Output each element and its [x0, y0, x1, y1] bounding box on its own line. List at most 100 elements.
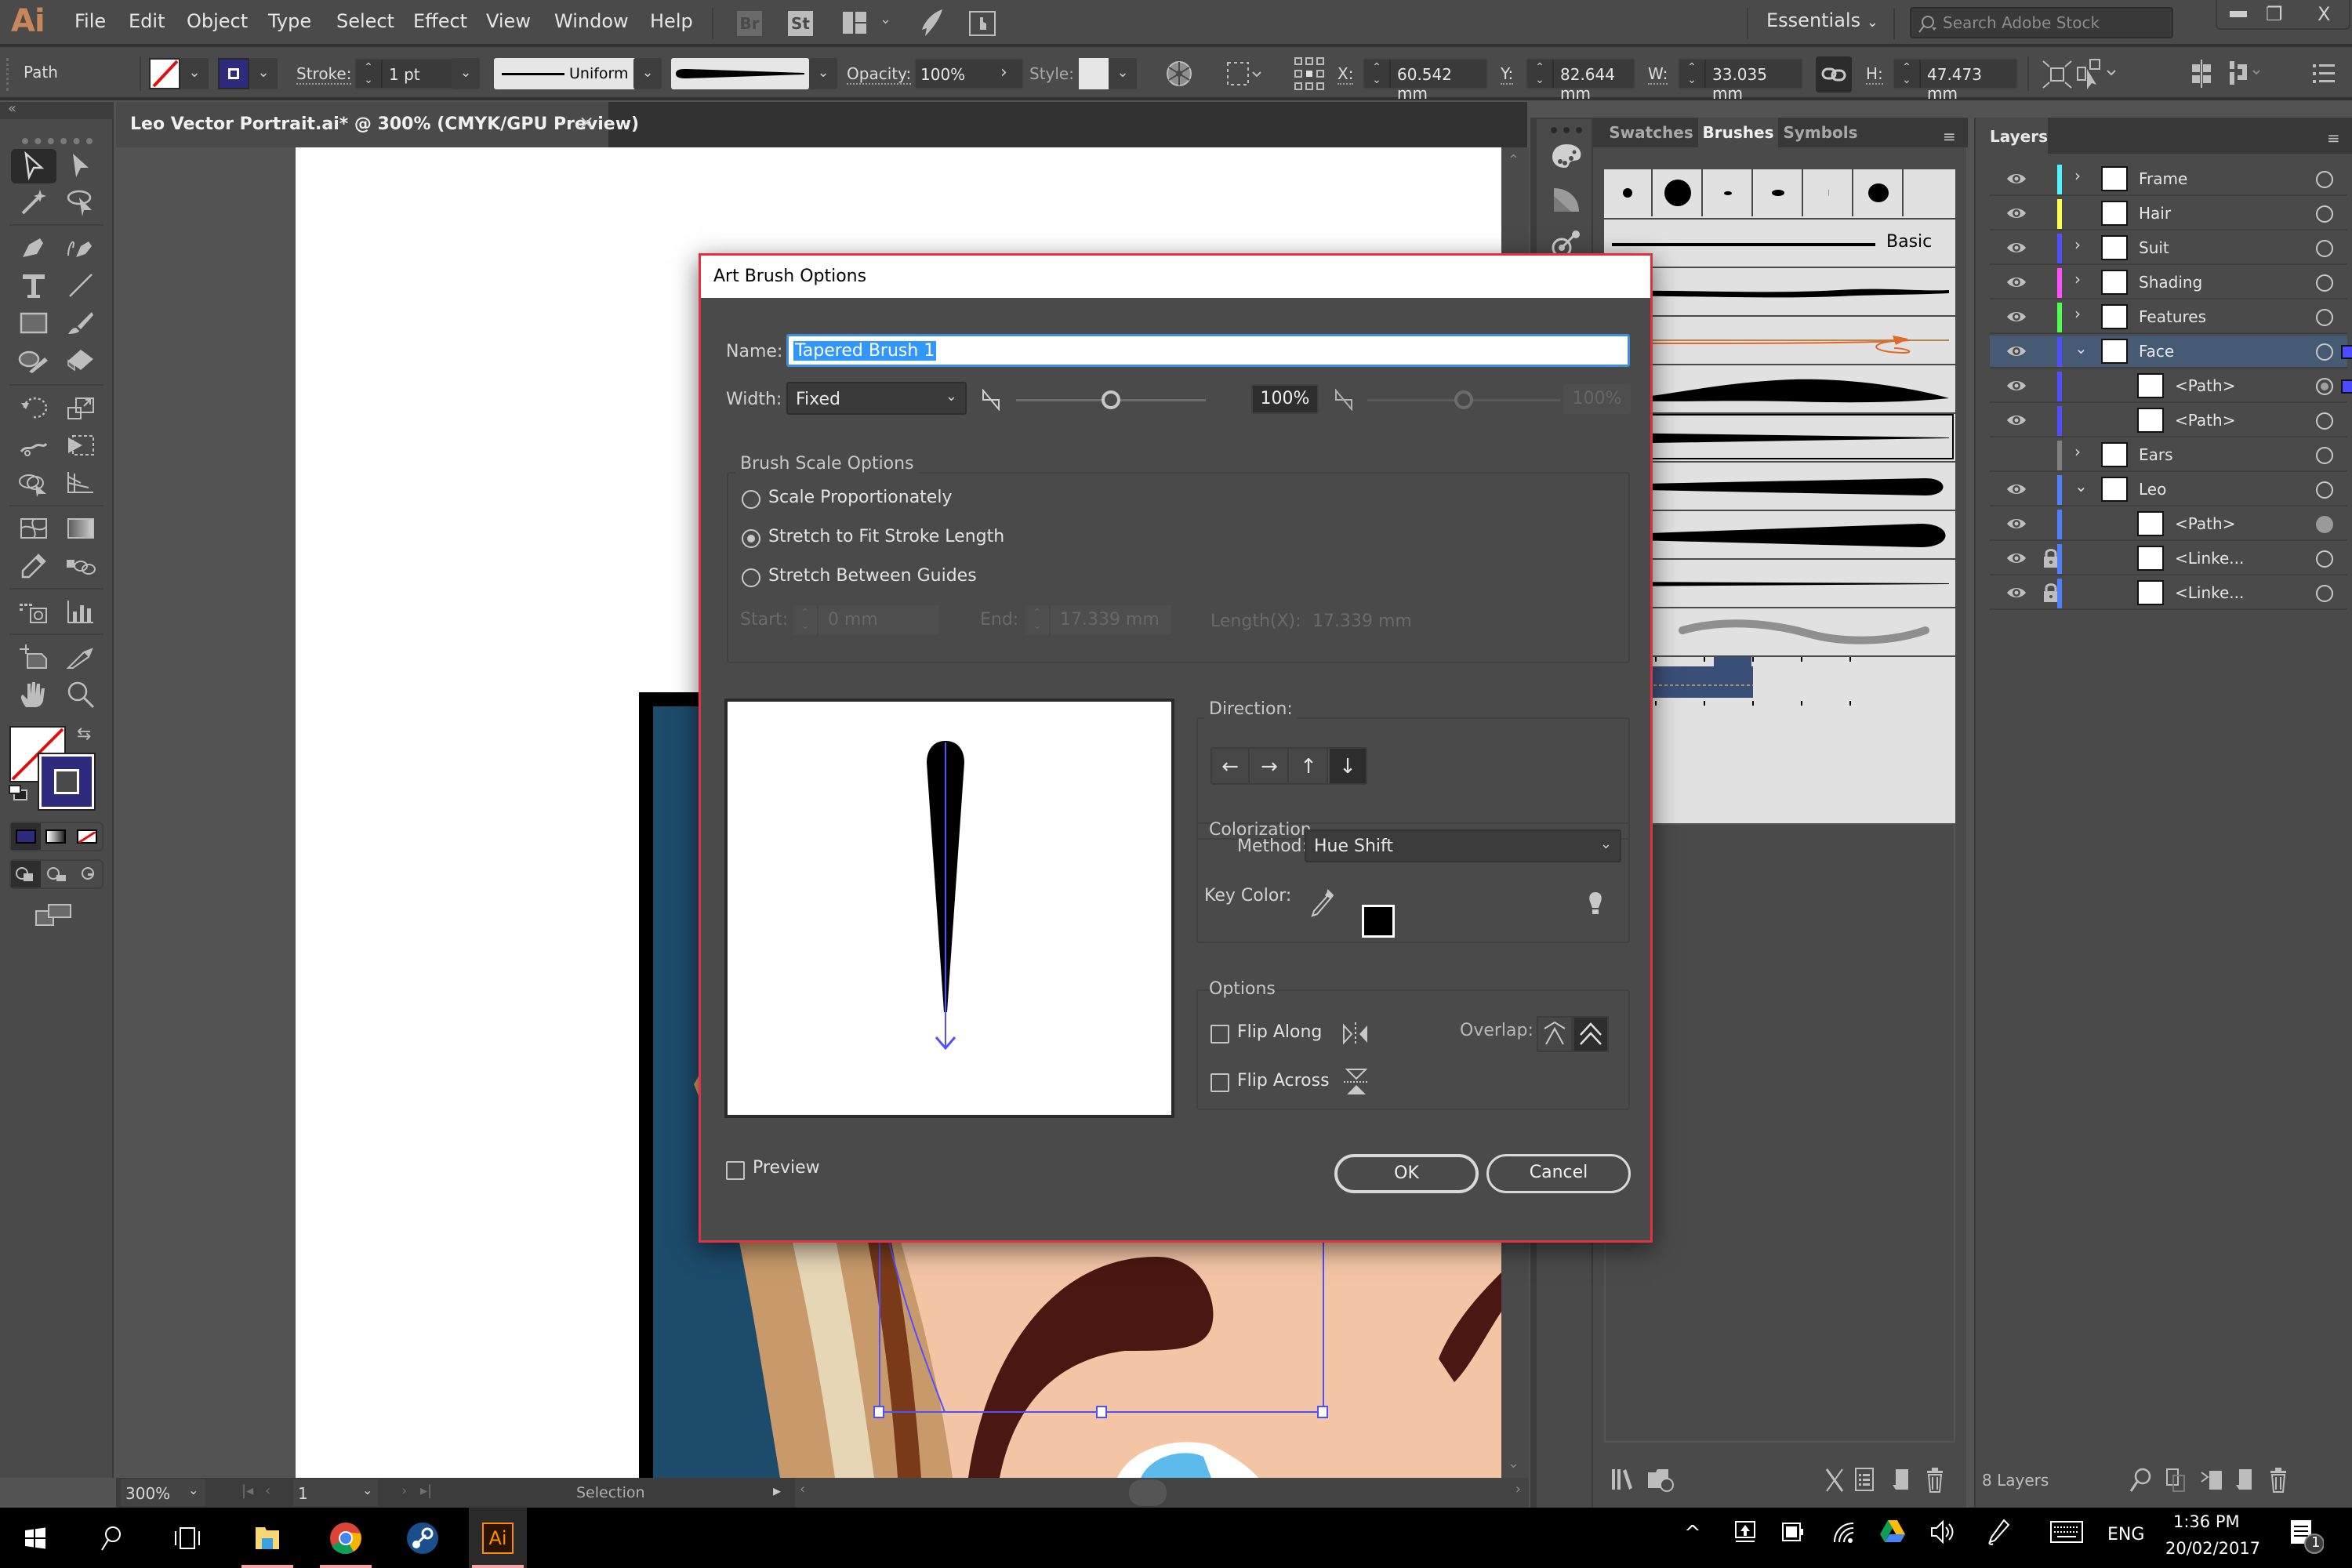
document-tab[interactable]: Leo Vector Portrait.ai* @ 300% (CMYK/GPU… — [116, 102, 639, 147]
eyedropper-tool[interactable] — [11, 549, 56, 583]
layer-row[interactable]: <Linke... — [1990, 543, 2347, 575]
color-guide-button[interactable] — [1551, 187, 1582, 213]
color-button[interactable] — [11, 823, 41, 850]
layer-name[interactable]: <Path> — [2175, 514, 2235, 533]
layer-row[interactable]: › Suit — [1990, 232, 2347, 265]
symbol-sprayer-tool[interactable] — [11, 594, 56, 629]
layer-row[interactable]: › Frame — [1990, 163, 2347, 196]
key-color-swatch[interactable] — [1362, 905, 1395, 938]
overlap-no-adjust-button[interactable] — [1573, 1016, 1609, 1052]
direction-down-button[interactable]: ↓ — [1330, 749, 1366, 783]
layer-name[interactable]: <Linke... — [2175, 549, 2244, 568]
shaper-tool[interactable] — [11, 343, 56, 378]
layer-row[interactable]: Hair — [1990, 198, 2347, 230]
panel-menu-icon[interactable]: ≡ — [1943, 127, 1956, 146]
action-center-button[interactable]: 1 — [2289, 1519, 2325, 1555]
layer-name[interactable]: Features — [2139, 307, 2206, 326]
visibility-toggle[interactable] — [2005, 237, 2027, 259]
y-field[interactable]: ⌃ ⌄ 82.644 mm — [1526, 58, 1635, 103]
brush-dry-ink[interactable] — [1604, 364, 1955, 412]
visibility-toggle[interactable] — [2005, 168, 2027, 190]
wifi-icon[interactable] — [1831, 1520, 1855, 1544]
target-circle-icon[interactable] — [2316, 447, 2333, 464]
stroke-label[interactable]: Stroke: — [296, 64, 352, 85]
opacity-field[interactable]: 100% — [914, 58, 1024, 89]
layer-row[interactable]: <Path> — [1990, 370, 2352, 403]
stroke-dropdown[interactable]: ⌄ — [249, 58, 278, 89]
swap-fill-stroke-icon[interactable]: ⇆ — [77, 724, 91, 744]
scroll-left-icon[interactable]: ‹ — [800, 1481, 805, 1497]
brush-swatch-calligraphic-large[interactable] — [1654, 169, 1703, 216]
target-circle-icon[interactable] — [2316, 412, 2333, 430]
layer-name[interactable]: Shading — [2139, 273, 2202, 292]
google-drive-icon[interactable] — [1880, 1519, 1905, 1544]
target-circle-icon[interactable] — [2316, 205, 2333, 223]
color-panel-button[interactable] — [1551, 143, 1582, 169]
recolor-artwork-icon[interactable] — [1165, 58, 1193, 89]
hand-tool[interactable] — [11, 677, 56, 712]
height-field[interactable]: ⌃ ⌄ 47.473 mm — [1893, 58, 2018, 103]
panel-menu-icon[interactable]: ≡ — [2327, 129, 2340, 147]
task-view-button[interactable] — [158, 1508, 216, 1568]
scroll-up-icon[interactable]: ⌃ — [1508, 152, 1519, 169]
visibility-toggle[interactable] — [2005, 547, 2027, 569]
expand-chevron-icon[interactable]: › — [2074, 442, 2081, 461]
none-button[interactable] — [77, 829, 97, 844]
height-stepper[interactable]: ⌃ ⌄ — [1894, 60, 1921, 88]
menu-edit[interactable]: Edit — [129, 10, 165, 32]
lasso-tool[interactable] — [58, 185, 103, 220]
brush-charcoal[interactable] — [1604, 267, 1955, 315]
fill-swatch[interactable] — [149, 58, 180, 89]
blend-tool[interactable] — [58, 549, 103, 583]
layer-row[interactable]: › Features — [1990, 301, 2347, 334]
toolbar-collapse[interactable]: « — [0, 100, 114, 119]
colorization-method-select[interactable]: Hue Shift ⌄ — [1305, 829, 1621, 862]
graphic-style-swatch[interactable] — [1079, 58, 1109, 89]
transform-icon[interactable] — [2042, 60, 2073, 89]
menu-file[interactable]: File — [74, 10, 106, 32]
brush-tapered-medium[interactable] — [1604, 461, 1955, 510]
perspective-grid-tool[interactable] — [58, 466, 103, 500]
dialog-title-bar[interactable]: Art Brush Options — [701, 256, 1650, 298]
visibility-toggle[interactable] — [2005, 340, 2027, 362]
radio-scale-proportionately[interactable] — [742, 490, 760, 509]
minimize-button[interactable] — [2230, 11, 2247, 17]
tab-brushes[interactable]: Brushes — [1698, 118, 1778, 147]
stock-button[interactable]: St — [788, 11, 813, 36]
slice-tool[interactable] — [58, 640, 103, 674]
line-segment-tool[interactable] — [58, 268, 103, 303]
expand-chevron-icon[interactable]: › — [2074, 235, 2081, 254]
libraries-panel-icon[interactable] — [1646, 1468, 1676, 1497]
constrain-proportions-button[interactable] — [1816, 56, 1852, 93]
brush-denim-pattern[interactable] — [1604, 655, 1955, 706]
h-label[interactable]: H: — [1866, 64, 1883, 85]
width-slider-knob[interactable] — [1102, 390, 1120, 409]
target-circle-icon[interactable] — [2316, 585, 2333, 602]
flip-across-checkbox[interactable] — [1210, 1073, 1229, 1092]
direction-left-button[interactable]: ← — [1212, 749, 1250, 783]
selection-indicator[interactable] — [2341, 379, 2352, 394]
target-circle-icon[interactable] — [2316, 309, 2333, 326]
remove-brush-stroke-icon[interactable] — [1824, 1468, 1846, 1497]
x-label[interactable]: X: — [1338, 64, 1354, 85]
width-percent-field[interactable]: 100% — [1251, 384, 1319, 414]
brush-libraries-icon[interactable] — [1610, 1468, 1637, 1496]
brush-swatch-calligraphic-flat[interactable] — [1704, 169, 1753, 216]
opacity-label[interactable]: Opacity: — [847, 64, 912, 85]
scrollbar-thumb[interactable] — [1129, 1479, 1167, 1506]
align-to-selection-icon[interactable] — [1225, 60, 1264, 89]
menu-help[interactable]: Help — [650, 10, 693, 32]
visibility-toggle[interactable] — [2005, 271, 2027, 293]
create-sublayer-icon[interactable] — [2200, 1468, 2223, 1496]
target-circle-icon[interactable] — [2316, 378, 2333, 395]
x-stepper[interactable]: ⌃ ⌄ — [1364, 60, 1391, 88]
layer-row[interactable]: <Linke... — [1990, 577, 2347, 610]
direction-up-button[interactable]: ↑ — [1290, 749, 1328, 783]
menu-type[interactable]: Type — [268, 10, 311, 32]
width-mode-select[interactable]: Fixed ⌄ — [786, 382, 967, 415]
x-field[interactable]: ⌃ ⌄ 60.542 mm — [1363, 58, 1488, 103]
layer-name[interactable]: Face — [2139, 342, 2174, 361]
w-label[interactable]: W: — [1648, 64, 1668, 85]
brush-scatter[interactable]: 6.00 — [1604, 607, 1955, 655]
restore-button[interactable]: ❐ — [2266, 3, 2283, 25]
